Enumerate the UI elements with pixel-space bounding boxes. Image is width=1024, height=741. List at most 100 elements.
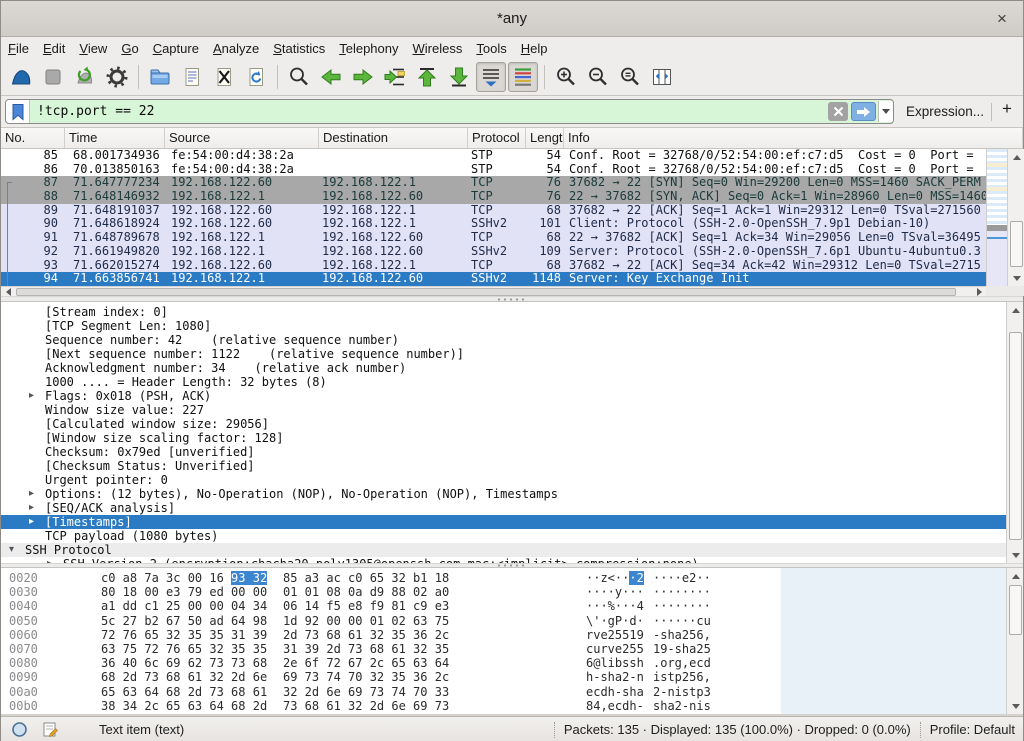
tree-collapsed-icon[interactable]: ▸ bbox=[29, 501, 45, 515]
tree-collapsed-icon[interactable]: ▸ bbox=[29, 487, 45, 501]
scroll-up-arrow-icon[interactable] bbox=[1008, 149, 1024, 165]
detail-row[interactable]: ▸Flags: 0x018 (PSH, ACK) bbox=[1, 389, 1006, 403]
scroll-down-arrow-icon[interactable] bbox=[1007, 698, 1023, 714]
packet-list-vscrollbar[interactable] bbox=[1007, 149, 1024, 286]
menu-item-tools[interactable]: Tools bbox=[469, 39, 513, 58]
column-header-info[interactable]: Info bbox=[564, 128, 1023, 148]
menu-item-wireless[interactable]: Wireless bbox=[406, 39, 470, 58]
packet-row[interactable]: 9071.648618924192.168.122.60192.168.122.… bbox=[1, 217, 986, 231]
scrollbar-thumb[interactable] bbox=[1009, 332, 1022, 540]
column-header-time[interactable]: Time bbox=[65, 128, 165, 148]
menu-item-file[interactable]: File bbox=[1, 39, 36, 58]
stop-capture-button[interactable] bbox=[38, 62, 68, 92]
filter-clear-button[interactable] bbox=[828, 102, 848, 121]
scrollbar-thumb[interactable] bbox=[16, 288, 956, 296]
menu-item-telephony[interactable]: Telephony bbox=[332, 39, 405, 58]
hex-row[interactable]: 007063 75 72 76 65 32 35 3531 39 2d 73 6… bbox=[1, 642, 781, 656]
menu-item-edit[interactable]: Edit bbox=[36, 39, 72, 58]
detail-row[interactable]: ▸Options: (12 bytes), No-Operation (NOP)… bbox=[1, 487, 1006, 501]
scroll-up-arrow-icon[interactable] bbox=[1007, 568, 1023, 584]
tree-collapsed-icon[interactable]: ▸ bbox=[29, 515, 45, 529]
menu-item-help[interactable]: Help bbox=[514, 39, 555, 58]
column-header-source[interactable]: Source bbox=[165, 128, 319, 148]
detail-row[interactable]: [Next sequence number: 1122 (relative se… bbox=[1, 347, 1006, 361]
scroll-up-arrow-icon[interactable] bbox=[1007, 302, 1023, 318]
detail-row[interactable]: Urgent pointer: 0 bbox=[1, 473, 1006, 487]
menu-item-capture[interactable]: Capture bbox=[146, 39, 206, 58]
reload-file-button[interactable] bbox=[241, 62, 271, 92]
capture-options-button[interactable] bbox=[102, 62, 132, 92]
packet-row[interactable]: 8568.001734936fe:54:00:d4:38:2aSTP54Conf… bbox=[1, 149, 986, 163]
scroll-down-arrow-icon[interactable] bbox=[1007, 547, 1023, 563]
go-forward-button[interactable] bbox=[348, 62, 378, 92]
zoom-original-button[interactable] bbox=[615, 62, 645, 92]
open-file-button[interactable] bbox=[145, 62, 175, 92]
hex-row[interactable]: 0020c0 a8 7a 3c 00 16 93 3285 a3 ac c0 6… bbox=[1, 571, 781, 585]
go-to-top-button[interactable] bbox=[412, 62, 442, 92]
zoom-out-button[interactable] bbox=[583, 62, 613, 92]
detail-row[interactable]: ▸[Timestamps] bbox=[1, 515, 1006, 529]
hex-row[interactable]: 00505c 27 b2 67 50 ad 64 981d 92 00 00 0… bbox=[1, 614, 781, 628]
column-header-destination[interactable]: Destination bbox=[319, 128, 468, 148]
menu-item-analyze[interactable]: Analyze bbox=[206, 39, 266, 58]
detail-row[interactable]: Sequence number: 42 (relative sequence n… bbox=[1, 333, 1006, 347]
hex-row[interactable]: 003080 18 00 e3 79 ed 00 0001 01 08 0a d… bbox=[1, 585, 781, 599]
hex-row[interactable]: 00b038 34 2c 65 63 64 68 2d73 68 61 32 2… bbox=[1, 699, 781, 713]
expression-button[interactable]: Expression... bbox=[906, 104, 984, 119]
packet-row[interactable]: 8670.013850163fe:54:00:d4:38:2aSTP54Conf… bbox=[1, 163, 986, 177]
hex-row[interactable]: 006072 76 65 32 35 35 31 392d 73 68 61 3… bbox=[1, 628, 781, 642]
scrollbar-thumb[interactable] bbox=[1010, 221, 1023, 267]
go-to-packet-button[interactable] bbox=[380, 62, 410, 92]
packet-row[interactable]: 8771.647777234192.168.122.60192.168.122.… bbox=[1, 176, 986, 190]
filter-bookmark-button[interactable] bbox=[6, 100, 30, 123]
filter-apply-button[interactable] bbox=[851, 102, 876, 121]
start-capture-button[interactable] bbox=[6, 62, 36, 92]
scrollbar-thumb[interactable] bbox=[1009, 585, 1022, 635]
restart-capture-button[interactable] bbox=[70, 62, 100, 92]
packet-row[interactable]: 8871.648146932192.168.122.1192.168.122.6… bbox=[1, 190, 986, 204]
packet-row[interactable]: 9271.661949820192.168.122.1192.168.122.6… bbox=[1, 245, 986, 259]
details-vscrollbar[interactable] bbox=[1006, 302, 1023, 563]
detail-row[interactable]: 1000 .... = Header Length: 32 bytes (8) bbox=[1, 375, 1006, 389]
packet-row[interactable]: 9371.662015274192.168.122.60192.168.122.… bbox=[1, 259, 986, 273]
detail-row[interactable]: Window size value: 227 bbox=[1, 403, 1006, 417]
filter-input[interactable]: !tcp.port == 22 bbox=[30, 104, 828, 119]
expert-info-button[interactable] bbox=[11, 721, 28, 738]
packet-row[interactable]: 9471.663856741192.168.122.1192.168.122.6… bbox=[1, 272, 986, 286]
menu-item-statistics[interactable]: Statistics bbox=[266, 39, 332, 58]
detail-row[interactable]: [Window size scaling factor: 128] bbox=[1, 431, 1006, 445]
detail-row[interactable]: TCP payload (1080 bytes) bbox=[1, 529, 1006, 543]
detail-row[interactable]: Checksum: 0x79ed [unverified] bbox=[1, 445, 1006, 459]
colorize-button[interactable] bbox=[508, 62, 538, 92]
hex-row[interactable]: 008036 40 6c 69 62 73 73 682e 6f 72 67 2… bbox=[1, 656, 781, 670]
auto-scroll-button[interactable] bbox=[476, 62, 506, 92]
find-packet-button[interactable] bbox=[284, 62, 314, 92]
close-window-button[interactable]: × bbox=[991, 8, 1013, 30]
scroll-down-arrow-icon[interactable] bbox=[1008, 270, 1024, 286]
packet-row[interactable]: 9171.648789678192.168.122.1192.168.122.6… bbox=[1, 231, 986, 245]
packet-row[interactable]: 8971.648191037192.168.122.60192.168.122.… bbox=[1, 204, 986, 218]
detail-row[interactable]: ▸[SEQ/ACK analysis] bbox=[1, 501, 1006, 515]
hex-row[interactable]: 009068 2d 73 68 61 32 2d 6e69 73 74 70 3… bbox=[1, 670, 781, 684]
close-file-button[interactable] bbox=[209, 62, 239, 92]
packet-list-hscrollbar[interactable] bbox=[1, 286, 986, 296]
profile-status[interactable]: Profile: Default bbox=[930, 722, 1015, 737]
detail-row[interactable]: ▾SSH Protocol bbox=[1, 543, 1006, 557]
detail-row[interactable]: [TCP Segment Len: 1080] bbox=[1, 319, 1006, 333]
column-header-length[interactable]: Length bbox=[526, 128, 564, 148]
resize-columns-button[interactable] bbox=[647, 62, 677, 92]
tree-expanded-icon[interactable]: ▾ bbox=[9, 543, 25, 557]
save-file-button[interactable] bbox=[177, 62, 207, 92]
go-back-button[interactable] bbox=[316, 62, 346, 92]
filter-history-dropdown[interactable] bbox=[878, 101, 893, 122]
hex-row[interactable]: 00a065 63 64 68 2d 73 68 6132 2d 6e 69 7… bbox=[1, 685, 781, 699]
column-header-no[interactable]: No. bbox=[1, 128, 65, 148]
go-to-bottom-button[interactable] bbox=[444, 62, 474, 92]
menu-item-view[interactable]: View bbox=[72, 39, 114, 58]
zoom-in-button[interactable] bbox=[551, 62, 581, 92]
column-header-protocol[interactable]: Protocol bbox=[468, 128, 526, 148]
detail-row[interactable]: [Calculated window size: 29056] bbox=[1, 417, 1006, 431]
detail-row[interactable]: Acknowledgment number: 34 (relative ack … bbox=[1, 361, 1006, 375]
detail-row[interactable]: [Checksum Status: Unverified] bbox=[1, 459, 1006, 473]
hex-row[interactable]: 0040a1 dd c1 25 00 00 04 3406 14 f5 e8 f… bbox=[1, 599, 781, 613]
